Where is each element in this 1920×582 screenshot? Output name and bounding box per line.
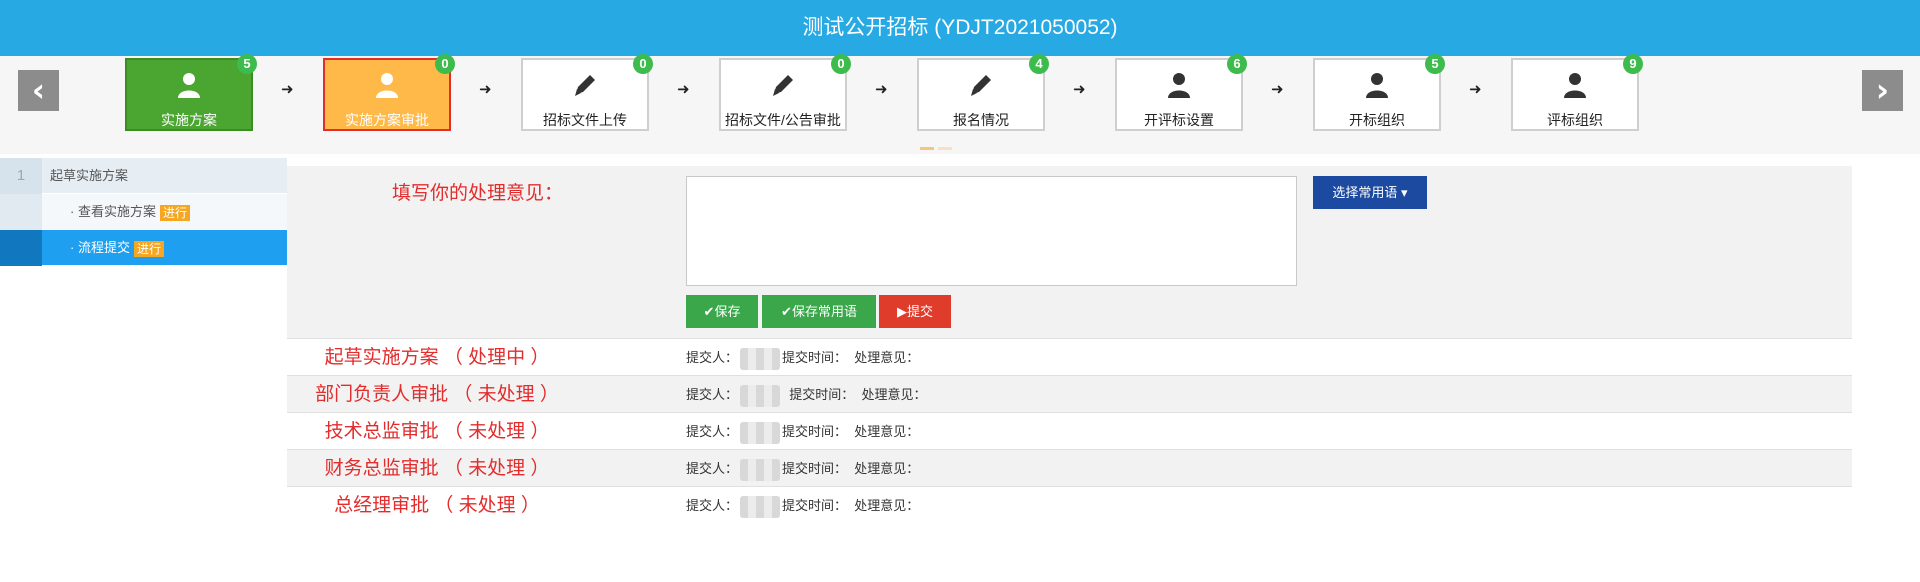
check-icon: ✔ bbox=[703, 304, 715, 319]
flow-step-name: 起草实施方案 （ 处理中 ） bbox=[324, 347, 550, 368]
sidebar-item-flow-submit[interactable]: · 流程提交 进行 bbox=[0, 230, 287, 266]
flow-step-info: 提交人： 提交时间： 处理意见： bbox=[686, 413, 919, 450]
next-arrow-button[interactable]: › bbox=[1862, 70, 1903, 111]
chevron-down-icon: ▾ bbox=[1401, 185, 1408, 200]
step-arrow-icon: ➜ bbox=[1469, 80, 1482, 98]
count-badge: 5 bbox=[237, 54, 257, 74]
redacted-name bbox=[740, 458, 781, 481]
redacted-name bbox=[740, 495, 781, 518]
step-card[interactable]: 评标组织 9 bbox=[1511, 54, 1643, 131]
prev-arrow-button[interactable]: ‹ bbox=[18, 70, 59, 111]
step-arrow-icon: ➜ bbox=[677, 80, 690, 98]
pencil-icon bbox=[966, 70, 996, 100]
pencil-icon bbox=[570, 70, 600, 100]
flow-step-name: 技术总监审批 （ 未处理 ） bbox=[324, 421, 550, 442]
step-label: 实施方案审批 bbox=[345, 112, 429, 128]
step-label: 招标文件/公告审批 bbox=[725, 112, 841, 128]
flow-row: 部门负责人审批 （ 未处理 ） 提交人： 提交时间： 处理意见： bbox=[287, 375, 1852, 412]
count-badge: 4 bbox=[1029, 54, 1049, 74]
flow-step-name: 财务总监审批 （ 未处理 ） bbox=[324, 458, 550, 479]
step-label: 实施方案 bbox=[161, 112, 217, 128]
flow-row: 财务总监审批 （ 未处理 ） 提交人： 提交时间： 处理意见： bbox=[287, 449, 1852, 486]
step-card[interactable]: 报名情况 4 bbox=[917, 54, 1049, 131]
sidebar-group-number: 1 bbox=[0, 158, 42, 194]
step-card[interactable]: 开评标设置 6 bbox=[1115, 54, 1247, 131]
sidebar-item-label: · 查看实施方案 bbox=[70, 204, 156, 219]
flow-step-info: 提交人： 提交时间： 处理意见： bbox=[686, 487, 919, 524]
flow-row: 总经理审批 （ 未处理 ） 提交人： 提交时间： 处理意见： bbox=[287, 486, 1852, 523]
count-badge: 0 bbox=[435, 54, 455, 74]
flow-step-info: 提交人： 提交时间： 处理意见： bbox=[686, 339, 919, 376]
flow-step-name: 总经理审批 （ 未处理 ） bbox=[334, 495, 540, 516]
play-icon: ▶ bbox=[896, 304, 907, 319]
step-arrow-icon: ➜ bbox=[479, 80, 492, 98]
count-badge: 9 bbox=[1623, 54, 1643, 74]
status-badge: 进行 bbox=[159, 204, 190, 221]
page-title: 测试公开招标 (YDJT2021050052) bbox=[0, 0, 1920, 56]
flow-step-info: 提交人： 提交时间： 处理意见： bbox=[686, 376, 927, 413]
step-arrow-icon: ➜ bbox=[281, 80, 294, 98]
count-badge: 6 bbox=[1227, 54, 1247, 74]
count-badge: 0 bbox=[831, 54, 851, 74]
redacted-name bbox=[740, 384, 781, 407]
sidebar: 1 起草实施方案 · 查看实施方案 进行 · 流程提交 进行 bbox=[0, 158, 287, 266]
carousel-dot[interactable] bbox=[920, 147, 934, 150]
count-badge: 5 bbox=[1425, 54, 1445, 74]
flow-step-name: 部门负责人审批 （ 未处理 ） bbox=[315, 384, 559, 405]
save-common-phrase-button[interactable]: ✔保存常用语 bbox=[762, 295, 876, 328]
redacted-name bbox=[740, 347, 781, 370]
sidebar-item-view-plan[interactable]: · 查看实施方案 进行 bbox=[0, 194, 287, 230]
step-card[interactable]: 招标文件/公告审批 0 bbox=[719, 54, 851, 131]
opinion-textarea[interactable] bbox=[686, 176, 1297, 286]
step-arrow-icon: ➜ bbox=[1271, 80, 1284, 98]
opinion-label: 填写你的处理意见： bbox=[392, 183, 564, 204]
person-icon bbox=[1362, 70, 1392, 100]
step-arrow-icon: ➜ bbox=[1073, 80, 1086, 98]
count-badge: 0 bbox=[633, 54, 653, 74]
step-label: 招标文件上传 bbox=[543, 112, 627, 128]
step-card[interactable]: 招标文件上传 0 bbox=[521, 54, 653, 131]
sidebar-item-label: · 流程提交 bbox=[70, 240, 130, 255]
step-card[interactable]: 实施方案 5 bbox=[125, 54, 257, 131]
carousel-indicator bbox=[920, 137, 956, 153]
check-icon: ✔ bbox=[781, 304, 792, 319]
step-label: 开评标设置 bbox=[1144, 112, 1214, 128]
pencil-icon bbox=[768, 70, 798, 100]
step-card[interactable]: 实施方案审批 0 bbox=[323, 54, 455, 131]
select-common-phrases-button[interactable]: 选择常用语 ▾ bbox=[1313, 176, 1427, 209]
opinion-form: 填写你的处理意见： 选择常用语 ▾ ✔保存 ✔保存常用语 ▶提交 bbox=[287, 166, 1852, 338]
person-icon bbox=[1560, 70, 1590, 100]
step-arrow-icon: ➜ bbox=[875, 80, 888, 98]
sidebar-group-header: 1 起草实施方案 bbox=[0, 158, 287, 194]
flow-row: 起草实施方案 （ 处理中 ） 提交人： 提交时间： 处理意见： bbox=[287, 338, 1852, 375]
process-steps-bar: ‹ 实施方案 5 ➜ 实施方案审批 0 ➜ 招标文件上传 0 ➜ 招标文件/公告审批 0 ➜ 报名情况 4… bbox=[0, 54, 1920, 154]
step-card[interactable]: 开标组织 5 bbox=[1313, 54, 1445, 131]
person-icon bbox=[174, 70, 204, 100]
step-label: 报名情况 bbox=[953, 112, 1009, 128]
flow-step-info: 提交人： 提交时间： 处理意见： bbox=[686, 450, 919, 487]
person-icon bbox=[1164, 70, 1194, 100]
person-icon bbox=[372, 70, 402, 100]
save-button[interactable]: ✔保存 bbox=[686, 295, 758, 328]
flow-row: 技术总监审批 （ 未处理 ） 提交人： 提交时间： 处理意见： bbox=[287, 412, 1852, 449]
step-label: 开标组织 bbox=[1349, 112, 1405, 128]
step-label: 评标组织 bbox=[1547, 112, 1603, 128]
sidebar-group-title: 起草实施方案 bbox=[50, 168, 129, 183]
redacted-name bbox=[740, 421, 781, 444]
submit-button[interactable]: ▶提交 bbox=[879, 295, 951, 328]
carousel-dot[interactable] bbox=[938, 147, 952, 150]
status-badge: 进行 bbox=[133, 240, 164, 257]
